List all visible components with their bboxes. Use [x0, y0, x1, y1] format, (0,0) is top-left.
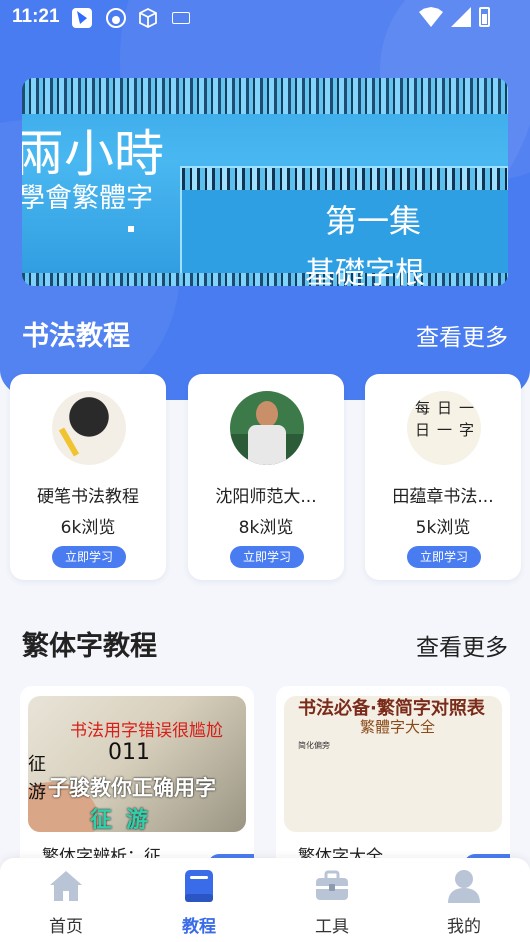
traditional-section-title: 繁体字教程: [22, 631, 157, 662]
course-avatar: [52, 391, 126, 465]
nav-item-tutorial[interactable]: 教程: [159, 868, 239, 937]
nav-label: 教程: [182, 917, 216, 937]
tutorial-thumbnail: 书法用字错误很尴尬 011 征 游 子骏教你正确用字 征游: [28, 696, 246, 832]
home-icon: [50, 871, 82, 901]
course-avatar: 每日一 日一字: [407, 391, 481, 465]
course-name: 沈阳师范大...: [215, 487, 317, 507]
course-avatar: [230, 391, 304, 465]
nav-label: 我的: [447, 917, 481, 937]
course-views: 6k浏览: [60, 518, 116, 538]
nav-label: 工具: [315, 917, 349, 937]
course-card[interactable]: 沈阳师范大... 8k浏览 立即学习: [188, 374, 344, 580]
traditional-see-more-link[interactable]: 查看更多: [416, 628, 508, 662]
course-name: 田蕴章书法...: [392, 487, 494, 507]
user-icon: [448, 870, 480, 903]
banner-line-3: 第一集: [325, 202, 422, 240]
book-icon: [185, 870, 213, 902]
course-card[interactable]: 每日一 日一字 田蕴章书法... 5k浏览 立即学习: [365, 374, 521, 580]
nav-label: 首页: [49, 917, 83, 937]
tutorial-thumbnail: 书法必备·繁简字对照表 繁體字大全 简化偏旁: [284, 696, 502, 832]
calligraphy-card-list: 硬笔书法教程 6k浏览 立即学习 沈阳师范大... 8k浏览 立即学习 每日一 …: [10, 374, 530, 580]
app-notification-icon: [72, 8, 92, 28]
course-views: 8k浏览: [238, 518, 294, 538]
water-drop-icon: [106, 8, 126, 28]
banner-line-2: 學會繁體字: [22, 183, 153, 214]
calligraphy-see-more-link[interactable]: 查看更多: [416, 318, 508, 352]
cube-icon: [139, 8, 157, 28]
study-now-button[interactable]: 立即学习: [407, 546, 481, 568]
banner-line-4: 基礎字根: [305, 256, 425, 286]
study-now-button[interactable]: 立即学习: [230, 546, 304, 568]
battery-icon: [479, 7, 490, 27]
study-now-button[interactable]: 立即学习: [52, 546, 126, 568]
status-time: 11:21: [12, 6, 60, 27]
calligraphy-section-title: 书法教程: [22, 321, 130, 352]
course-views: 5k浏览: [415, 518, 471, 538]
tutorial-card[interactable]: 书法必备·繁简字对照表 繁體字大全 简化偏旁 繁体字大全: [276, 686, 510, 886]
nav-item-profile[interactable]: 我的: [424, 868, 504, 937]
status-bar: 11:21: [0, 0, 530, 36]
toolbox-icon: [316, 870, 348, 900]
wifi-icon: [419, 7, 443, 27]
nav-item-home[interactable]: 首页: [26, 868, 106, 937]
course-name: 硬笔书法教程: [37, 487, 139, 507]
bottom-navigation: 首页 教程 工具 我的: [0, 858, 530, 942]
traditional-card-list: 书法用字错误很尴尬 011 征 游 子骏教你正确用字 征游 繁体字辨析：征...…: [20, 686, 520, 886]
banner-carousel[interactable]: 兩小時 學會繁體字 第一集 基礎字根: [22, 78, 508, 286]
signal-icon: [451, 7, 471, 27]
nav-item-tools[interactable]: 工具: [292, 868, 372, 937]
tutorial-card[interactable]: 书法用字错误很尴尬 011 征 游 子骏教你正确用字 征游 繁体字辨析：征...: [20, 686, 254, 886]
keyboard-icon: [172, 12, 190, 24]
course-card[interactable]: 硬笔书法教程 6k浏览 立即学习: [10, 374, 166, 580]
